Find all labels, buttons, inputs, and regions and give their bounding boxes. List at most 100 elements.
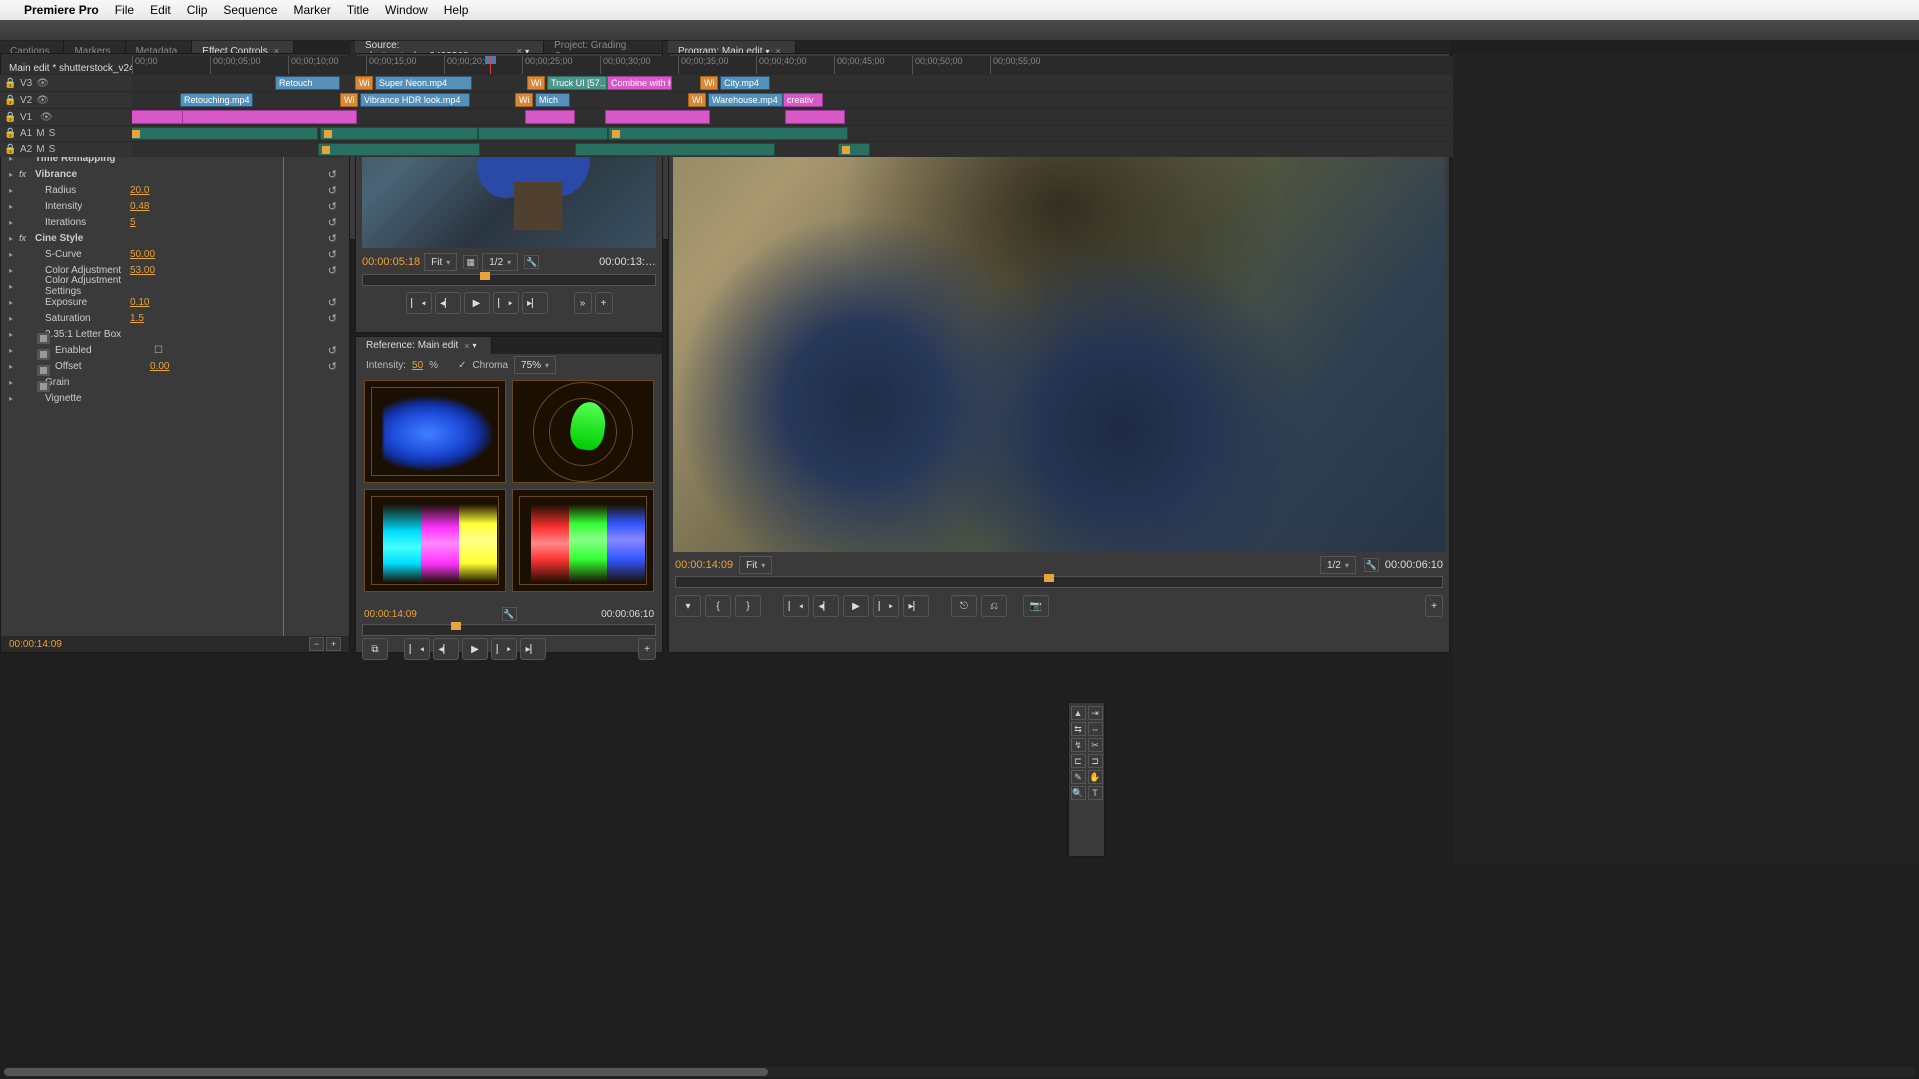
source-timecode[interactable]: 00:00:05:18	[362, 256, 420, 268]
ref-add-button[interactable]: +	[638, 638, 656, 660]
toggle-v1-icon[interactable]: 👁	[40, 112, 52, 123]
step-back-prog-button[interactable]: ◂⎸	[813, 595, 839, 617]
track-v2-label[interactable]: V2	[20, 95, 32, 106]
twirl-icon[interactable]: ▸	[9, 186, 19, 195]
source-playhead[interactable]	[480, 272, 490, 280]
lock-a1-icon[interactable]: 🔒	[4, 128, 16, 139]
close-ref-icon[interactable]: ×	[464, 341, 469, 351]
extract-button[interactable]: ⎌	[981, 595, 1007, 617]
ref-go-in-button[interactable]: ⎸◂	[404, 638, 430, 660]
reset-icon[interactable]: ↺	[328, 264, 337, 277]
ref-step-back-button[interactable]: ◂⎸	[433, 638, 459, 660]
ec-row-saturation[interactable]: ▸Saturation1.5↺	[1, 310, 349, 326]
ref-play-button[interactable]: ▶	[462, 638, 488, 660]
zoom-tool[interactable]: 🔍	[1071, 786, 1086, 800]
lock-v2-icon[interactable]: 🔒	[4, 95, 16, 106]
program-ruler[interactable]	[675, 576, 1443, 588]
program-zoom-dropdown[interactable]: 1/2	[1320, 556, 1356, 574]
clip[interactable]: Truck UI [57…	[547, 76, 607, 90]
twirl-icon[interactable]: ▸	[9, 314, 19, 323]
source-zoom-dropdown[interactable]: 1/2	[482, 253, 518, 271]
ec-row-color-adjustment-settings[interactable]: ▸Color Adjustment Settings	[1, 278, 349, 294]
twirl-icon[interactable]: ▸	[9, 170, 19, 179]
hand-tool[interactable]: ✋	[1088, 770, 1103, 784]
prog-add-button[interactable]: +	[1425, 595, 1443, 617]
twirl-icon[interactable]: ▸	[9, 250, 19, 259]
solo-a2[interactable]: S	[49, 144, 56, 155]
mark-out-button[interactable]: ▸⎸	[522, 292, 548, 314]
lock-a2-icon[interactable]: 🔒	[4, 144, 16, 155]
ref-step-fwd-button[interactable]: ⎸▸	[491, 638, 517, 660]
clip[interactable]	[132, 127, 318, 140]
ec-zoom-in-icon[interactable]: +	[326, 637, 341, 651]
menu-edit[interactable]: Edit	[150, 3, 171, 17]
lift-button[interactable]: ⎋	[951, 595, 977, 617]
clip[interactable]: Warehouse.mp4	[708, 93, 783, 107]
rgb-parade-scope[interactable]	[512, 489, 654, 592]
clip[interactable]: Vibrance HDR look.mp4	[360, 93, 470, 107]
mute-a2[interactable]: M	[36, 144, 44, 155]
param-value[interactable]: 0.10	[130, 297, 149, 308]
clip[interactable]	[785, 110, 845, 124]
timeline-scrollbar-thumb[interactable]	[4, 1068, 768, 1076]
play-button[interactable]: ▶	[464, 292, 490, 314]
go-out-prog-button[interactable]: ▸⎸	[903, 595, 929, 617]
clip[interactable]: Wi	[688, 93, 706, 107]
app-name[interactable]: Premiere Pro	[24, 3, 99, 17]
clip[interactable]	[605, 110, 710, 124]
mute-a1[interactable]: M	[36, 128, 44, 139]
clip[interactable]: Super Neon.mp4	[375, 76, 472, 90]
go-in-prog-button[interactable]: ⎸◂	[783, 595, 809, 617]
source-settings-icon[interactable]: ▦	[463, 255, 478, 269]
ref-wrench-icon[interactable]: 🔧	[502, 607, 517, 621]
source-more-icon[interactable]: »	[574, 292, 592, 314]
menu-help[interactable]: Help	[444, 3, 469, 17]
twirl-icon[interactable]: ▸	[9, 346, 19, 355]
timeline-scrollbar[interactable]	[4, 1067, 1915, 1077]
clip[interactable]: Retouching.mp4	[180, 93, 253, 107]
rate-stretch-tool[interactable]: ↯	[1071, 738, 1086, 752]
reset-icon[interactable]: ↺	[328, 344, 337, 357]
fx-badge-icon[interactable]: fx	[19, 233, 35, 243]
ec-row-2-35-1-letter-box[interactable]: ▸2.35:1 Letter Box	[1, 326, 349, 342]
rolling-tool[interactable]: ⇔	[1088, 722, 1103, 736]
ec-row-vibrance[interactable]: ▸fxVibrance↺	[1, 166, 349, 182]
clip[interactable]: Mich	[535, 93, 570, 107]
twirl-icon[interactable]: ▸	[9, 378, 19, 387]
mark-in-button[interactable]: ⎸◂	[406, 292, 432, 314]
reset-icon[interactable]: ↺	[328, 296, 337, 309]
clip[interactable]: creativ	[783, 93, 823, 107]
clip[interactable]	[575, 143, 775, 156]
reset-icon[interactable]: ↺	[328, 168, 337, 181]
reset-icon[interactable]: ↺	[328, 216, 337, 229]
chroma-checkbox[interactable]: ✓	[458, 360, 466, 371]
clip[interactable]: Wi	[527, 76, 545, 90]
ref-gang-button[interactable]: ⧉	[362, 638, 388, 660]
slip-tool[interactable]: ⊏	[1071, 754, 1086, 768]
twirl-icon[interactable]: ▸	[9, 234, 19, 243]
enabled-checkbox[interactable]: ☐	[154, 345, 163, 356]
twirl-icon[interactable]: ▸	[9, 394, 19, 403]
clip[interactable]: Combine with Hi	[607, 76, 672, 90]
type-tool[interactable]: T	[1088, 786, 1103, 800]
fx-badge-icon[interactable]: fx	[19, 169, 35, 179]
mark-in-prog-button[interactable]: {	[705, 595, 731, 617]
ref-go-out-button[interactable]: ▸⎸	[520, 638, 546, 660]
menu-clip[interactable]: Clip	[187, 3, 208, 17]
reset-icon[interactable]: ↺	[328, 232, 337, 245]
source-fit-dropdown[interactable]: Fit	[424, 253, 457, 271]
menu-file[interactable]: File	[115, 3, 134, 17]
ec-row-intensity[interactable]: ▸Intensity0.48↺	[1, 198, 349, 214]
ec-row-cine-style[interactable]: ▸fxCine Style↺	[1, 230, 349, 246]
clip[interactable]	[478, 127, 608, 140]
lock-v1-icon[interactable]: 🔒	[4, 112, 16, 123]
menu-window[interactable]: Window	[385, 3, 428, 17]
menu-sequence[interactable]: Sequence	[223, 3, 277, 17]
step-fwd-prog-button[interactable]: ⎸▸	[873, 595, 899, 617]
track-a2-label[interactable]: A2	[20, 144, 32, 155]
track-v3-label[interactable]: V3	[20, 78, 32, 89]
clip[interactable]	[320, 127, 478, 140]
program-timecode[interactable]: 00:00:14:09	[675, 559, 733, 571]
export-frame-button[interactable]: 📷	[1023, 595, 1049, 617]
twirl-icon[interactable]: ▸	[9, 266, 19, 275]
